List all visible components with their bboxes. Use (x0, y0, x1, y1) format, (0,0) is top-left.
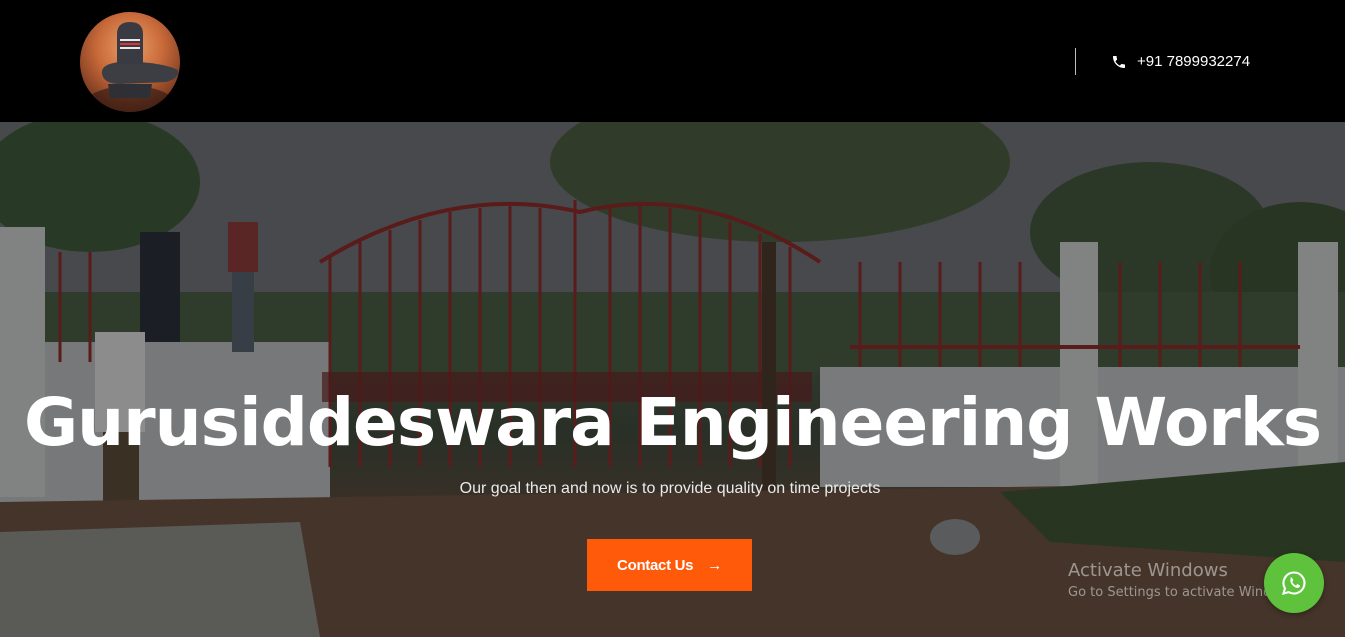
site-logo[interactable] (80, 12, 180, 112)
whatsapp-icon (1281, 571, 1306, 595)
contact-us-button[interactable]: Contact Us → (587, 539, 752, 591)
whatsapp-button[interactable] (1264, 553, 1324, 613)
site-header: Home Our Services Contact Us +91 7899932… (0, 0, 1345, 122)
phone-icon (1113, 55, 1125, 68)
hero-subtitle: Our goal then and now is to provide qual… (459, 480, 881, 497)
phone-link[interactable]: +91 7899932274 (1111, 53, 1250, 70)
contact-us-button-label: Contact Us (617, 556, 694, 574)
phone-number: +91 7899932274 (1137, 53, 1251, 70)
hero-banner: Gurusiddeswara Engineering Works Our goa… (0, 122, 1345, 637)
arrow-right-icon: → (707, 556, 722, 574)
lingam-icon (85, 22, 179, 112)
hero-title: Gurusiddeswara Engineering Works (23, 384, 1322, 461)
nav-divider (1075, 48, 1076, 75)
